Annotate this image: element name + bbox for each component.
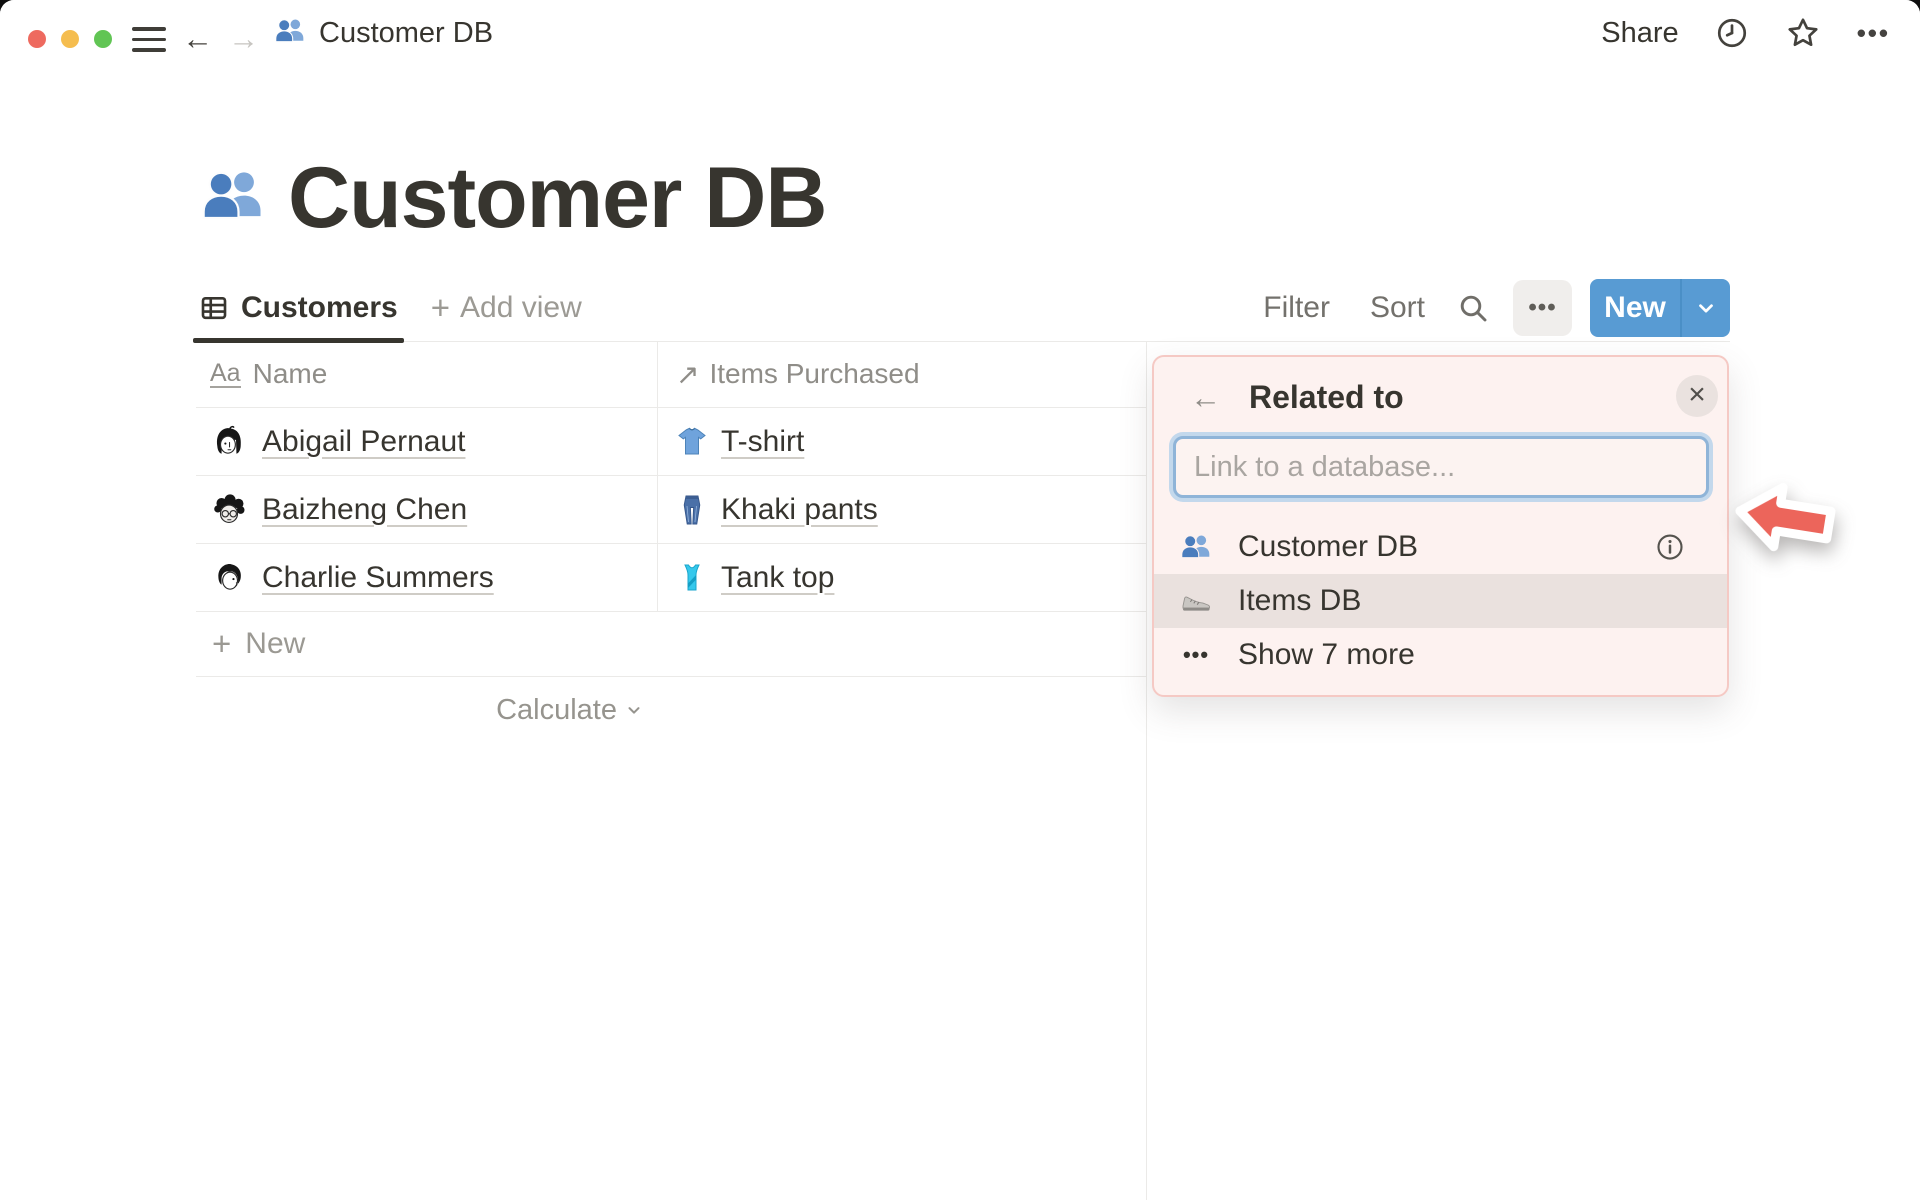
item-cell[interactable]: Tank top xyxy=(657,544,1147,611)
red-arrow-icon xyxy=(1735,482,1836,552)
abigail-avatar xyxy=(216,425,241,454)
people-icon xyxy=(200,163,266,234)
new-button-group: New xyxy=(1590,278,1730,337)
option-label: Items DB xyxy=(1238,584,1362,617)
table-row: Charlie Summers Tank top xyxy=(196,544,1147,612)
text-type-icon: Aa xyxy=(210,358,241,389)
tshirt-icon xyxy=(678,427,706,454)
popup-option-list: Customer DB Items DB ••• Show 7 more xyxy=(1154,520,1727,682)
jeans-icon xyxy=(683,495,701,524)
plus-icon: + xyxy=(212,625,232,662)
item-cell[interactable]: T-shirt xyxy=(657,408,1147,475)
search-icon xyxy=(1460,295,1487,321)
chevron-down-icon xyxy=(628,707,640,714)
new-row-label: New xyxy=(245,627,306,660)
new-dropdown-button[interactable] xyxy=(1680,278,1730,337)
name-cell[interactable]: Charlie Summers xyxy=(196,544,657,611)
page-title[interactable]: Customer DB xyxy=(200,150,828,246)
row-item-link[interactable]: Tank top xyxy=(721,561,834,595)
share-button[interactable]: Share xyxy=(1601,17,1678,50)
info-button[interactable] xyxy=(1655,532,1685,562)
add-view-button[interactable]: + Add view xyxy=(431,291,582,325)
row-name-link[interactable]: Baizheng Chen xyxy=(262,493,467,527)
ellipsis-icon: ••• xyxy=(1528,293,1557,321)
back-button[interactable]: ← xyxy=(182,18,213,60)
table-view-icon xyxy=(201,296,227,319)
new-row-button[interactable]: + New xyxy=(196,612,1147,677)
search-button[interactable] xyxy=(1457,292,1489,324)
option-label: Customer DB xyxy=(1238,530,1419,563)
menu-icon[interactable] xyxy=(132,27,166,52)
view-more-button[interactable]: ••• xyxy=(1513,279,1572,336)
popup-back-button[interactable]: ← xyxy=(1190,382,1221,413)
popup-title: Related to xyxy=(1249,379,1404,415)
baizheng-avatar xyxy=(214,493,245,523)
data-table: Aa Name ↗ Items Purchased Abigail Pernau… xyxy=(196,341,1147,743)
charlie-avatar xyxy=(218,563,241,590)
show-more-button[interactable]: ••• Show 7 more xyxy=(1154,628,1727,682)
tab-customers[interactable]: Customers xyxy=(193,274,404,343)
column-header-name[interactable]: Aa Name xyxy=(196,341,657,407)
table-header-row: Aa Name ↗ Items Purchased xyxy=(196,341,1147,408)
plus-icon: + xyxy=(430,288,450,326)
table-right-edge-line xyxy=(1146,341,1147,1200)
popup-header: ← Related to × xyxy=(1154,357,1727,417)
info-icon xyxy=(1657,534,1683,560)
show-more-label: Show 7 more xyxy=(1238,638,1415,671)
row-name-link[interactable]: Charlie Summers xyxy=(262,561,494,595)
window-more-button[interactable]: ••• xyxy=(1857,18,1890,49)
favorite-button[interactable] xyxy=(1785,15,1821,51)
zoom-window-button[interactable] xyxy=(94,30,112,48)
minimize-window-button[interactable] xyxy=(61,30,79,48)
relation-icon: ↗ xyxy=(676,358,700,390)
related-to-popup: ← Related to × Customer DB xyxy=(1152,355,1729,697)
new-button[interactable]: New xyxy=(1590,278,1680,337)
close-window-button[interactable] xyxy=(28,30,46,48)
tab-label: Customers xyxy=(241,290,398,324)
chevron-down-icon xyxy=(1699,303,1713,313)
column-label: Items Purchased xyxy=(709,358,920,389)
calculate-label: Calculate xyxy=(496,693,617,726)
annotation-arrow xyxy=(1727,474,1840,568)
app-window: ← → Customer DB Share ••• Customer DB Cu… xyxy=(0,0,1920,1200)
star-icon xyxy=(1788,18,1818,47)
calculate-button[interactable]: Calculate xyxy=(196,677,657,743)
close-icon: × xyxy=(1688,378,1706,411)
column-label: Name xyxy=(252,358,328,389)
ellipsis-icon: ••• xyxy=(1182,642,1210,667)
row-name-link[interactable]: Abigail Pernaut xyxy=(262,425,465,459)
people-icon xyxy=(274,15,306,52)
breadcrumb[interactable]: Customer DB xyxy=(274,0,493,66)
table-row: Baizheng Chen Khaki pants xyxy=(196,476,1147,544)
titlebar: ← → Customer DB Share ••• xyxy=(0,0,1920,66)
filter-button[interactable]: Filter xyxy=(1263,291,1330,325)
breadcrumb-label: Customer DB xyxy=(319,16,494,49)
view-bar: Customers + Add view Filter Sort ••• New xyxy=(193,274,1730,343)
clock-icon xyxy=(1717,18,1746,48)
sneaker-icon xyxy=(1180,585,1212,617)
name-cell[interactable]: Baizheng Chen xyxy=(196,476,657,543)
popup-close-button[interactable]: × xyxy=(1676,375,1718,417)
row-item-link[interactable]: Khaki pants xyxy=(721,493,878,527)
item-cell[interactable]: Khaki pants xyxy=(657,476,1147,543)
page-title-text: Customer DB xyxy=(288,149,828,246)
option-customer-db[interactable]: Customer DB xyxy=(1154,520,1727,574)
forward-button[interactable]: → xyxy=(228,18,259,60)
option-items-db[interactable]: Items DB xyxy=(1154,574,1727,628)
name-cell[interactable]: Abigail Pernaut xyxy=(196,408,657,475)
people-icon xyxy=(1180,531,1212,563)
database-search-input[interactable] xyxy=(1173,436,1709,498)
traffic-lights xyxy=(28,30,112,48)
history-button[interactable] xyxy=(1715,16,1749,50)
column-header-items-purchased[interactable]: ↗ Items Purchased xyxy=(657,341,1147,407)
sort-button[interactable]: Sort xyxy=(1370,291,1425,325)
tanktop-icon xyxy=(684,564,700,590)
table-row: Abigail Pernaut T-shirt xyxy=(196,408,1147,476)
add-view-label: Add view xyxy=(460,290,582,324)
row-item-link[interactable]: T-shirt xyxy=(721,425,804,459)
